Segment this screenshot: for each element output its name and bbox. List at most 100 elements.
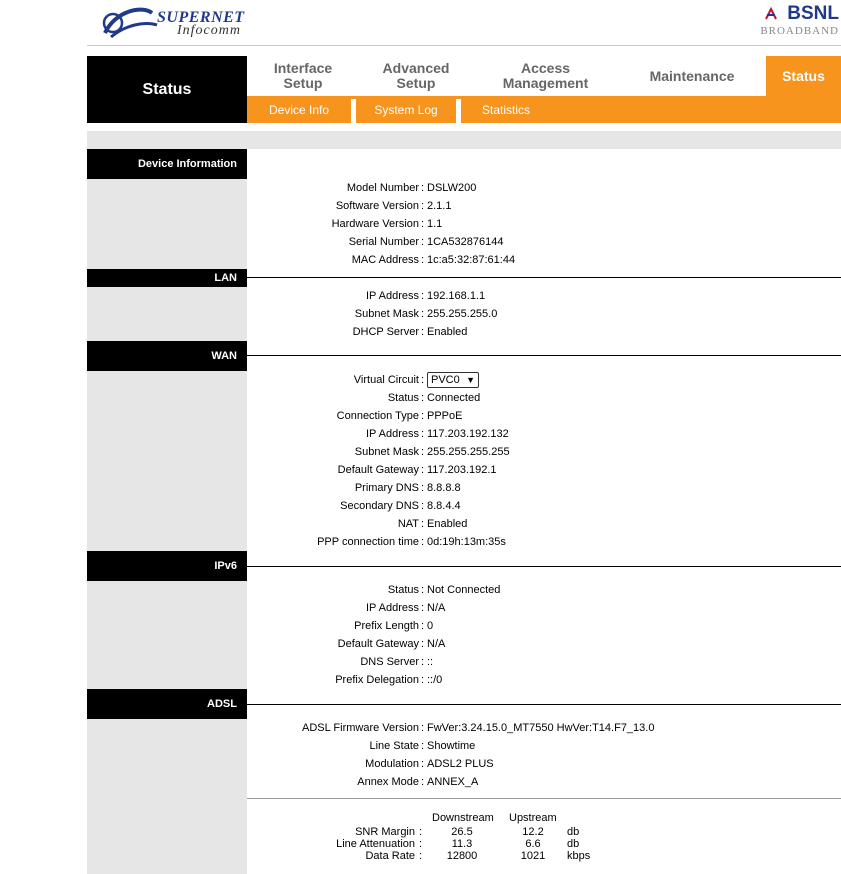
chevron-down-icon: ▼ (466, 375, 475, 385)
section-divider (247, 277, 841, 278)
field-colon: : (421, 326, 425, 338)
line-state-value: Showtime (427, 740, 476, 752)
field-label: Software Version (335, 200, 419, 212)
field-label: IP Address (366, 602, 419, 614)
dhcp-server-value: Enabled (427, 326, 468, 338)
field-colon: : (421, 722, 425, 734)
field-label: Connection Type (336, 410, 419, 422)
tab-label-line2: Management (502, 75, 589, 91)
field-colon: : (421, 200, 425, 212)
ipv6-gateway-value: N/A (427, 638, 446, 650)
ipv6-ip-value: N/A (427, 602, 446, 614)
hardware-version-value: 1.1 (427, 218, 443, 230)
section-header-device-info: Device Information (87, 149, 247, 179)
field-label: Status (387, 584, 419, 596)
field-colon: : (421, 620, 425, 632)
stats-divider (247, 798, 841, 799)
wan-status-value: Connected (427, 392, 481, 404)
default-gateway-value: 117.203.192.1 (427, 464, 497, 476)
field-colon: : (421, 656, 425, 668)
field-label: Line State (369, 740, 419, 752)
data-rate-up-value: 1021 (520, 850, 546, 862)
wan-subnet-value: 255.255.255.255 (427, 446, 510, 458)
section-divider (247, 355, 841, 356)
tab-access-management[interactable]: Access Management (473, 56, 618, 96)
field-label: Status (387, 392, 419, 404)
field-colon: : (421, 482, 425, 494)
bsnl-logo-text: BSNL (787, 3, 839, 24)
field-label: Annex Mode (357, 776, 419, 788)
ppp-connection-time-value: 0d:19h:13m:35s (427, 536, 506, 548)
lan-ip-value: 192.168.1.1 (427, 290, 486, 302)
field-colon: : (421, 584, 425, 596)
tab-label: Status (782, 67, 825, 84)
field-colon: : (421, 500, 425, 512)
field-label: Prefix Delegation (335, 674, 419, 686)
left-column (87, 149, 247, 874)
data-rate-unit: kbps (567, 850, 591, 862)
secondary-dns-value: 8.8.4.4 (427, 500, 461, 512)
tab-advanced-setup[interactable]: Advanced Setup (359, 56, 473, 96)
field-label: Subnet Mask (354, 446, 419, 458)
serial-number-value: 1CA532876144 (427, 236, 504, 248)
virtual-circuit-select[interactable]: PVC0 ▼ (427, 372, 479, 388)
field-colon: : (421, 446, 425, 458)
wan-ip-value: 117.203.192.132 (427, 428, 509, 440)
field-label: IP Address (366, 290, 419, 302)
field-colon: : (421, 428, 425, 440)
field-label: Model Number (346, 182, 419, 194)
field-colon: : (421, 236, 425, 248)
primary-dns-value: 8.8.8.8 (427, 482, 461, 494)
field-label: Prefix Length (354, 620, 419, 632)
ipv6-status-value: Not Connected (427, 584, 501, 596)
tab-label-line1: Interface (273, 60, 333, 76)
field-colon: : (421, 392, 425, 404)
field-colon: : (419, 850, 423, 862)
current-section-title: Status (87, 56, 247, 123)
subtab-system-log[interactable]: System Log (356, 96, 456, 123)
tab-label-line1: Access (520, 60, 571, 76)
content-top-bar (87, 131, 841, 149)
lan-subnet-value: 255.255.255.0 (427, 308, 498, 320)
field-colon: : (421, 464, 425, 476)
field-label: Primary DNS (354, 482, 419, 494)
tab-status[interactable]: Status (766, 56, 841, 96)
field-colon: : (421, 776, 425, 788)
field-label: Virtual Circuit (353, 374, 419, 386)
field-colon: : (421, 758, 425, 770)
subtab-statistics[interactable]: Statistics (461, 96, 551, 123)
field-label: Hardware Version (331, 218, 419, 230)
section-divider (247, 566, 841, 567)
stats-header-upstream: Upstream (509, 812, 557, 824)
stats-label: Data Rate (365, 850, 415, 862)
field-colon: : (421, 308, 425, 320)
tab-interface-setup[interactable]: Interface Setup (247, 56, 359, 96)
tab-label-line1: Advanced (382, 60, 450, 76)
subtab-device-info[interactable]: Device Info (247, 96, 351, 123)
data-rate-down-value: 12800 (446, 850, 478, 862)
field-label: Serial Number (348, 236, 419, 248)
field-label: Secondary DNS (340, 500, 419, 512)
field-label: DHCP Server (352, 326, 419, 338)
connection-type-value: PPPoE (427, 410, 463, 422)
adsl-firmware-value: FwVer:3.24.15.0_MT7550 HwVer:T14.F7_13.0 (427, 722, 655, 734)
field-label: Default Gateway (337, 638, 419, 650)
field-colon: : (421, 536, 425, 548)
prefix-length-value: 0 (427, 620, 434, 632)
page-header: SUPERNET Infocomm BSNL BROADBAND (87, 0, 841, 46)
section-divider (247, 704, 841, 705)
virtual-circuit-value: PVC0 (431, 374, 460, 386)
field-label: NAT (397, 518, 419, 530)
annex-mode-value: ANNEX_A (427, 776, 479, 788)
infocomm-logo-text: Infocomm (177, 23, 241, 38)
tab-label-line2: Setup (283, 75, 323, 91)
bsnl-mark-icon (765, 7, 777, 20)
field-label: IP Address (366, 428, 419, 440)
ipv6-dns-value: :: (427, 656, 434, 668)
header-divider (87, 45, 841, 46)
section-header-wan: WAN (87, 341, 247, 371)
section-header-adsl: ADSL (87, 689, 247, 719)
tab-maintenance[interactable]: Maintenance (618, 56, 766, 96)
broadband-logo-text: BROADBAND (760, 25, 839, 37)
field-colon: : (421, 182, 425, 194)
